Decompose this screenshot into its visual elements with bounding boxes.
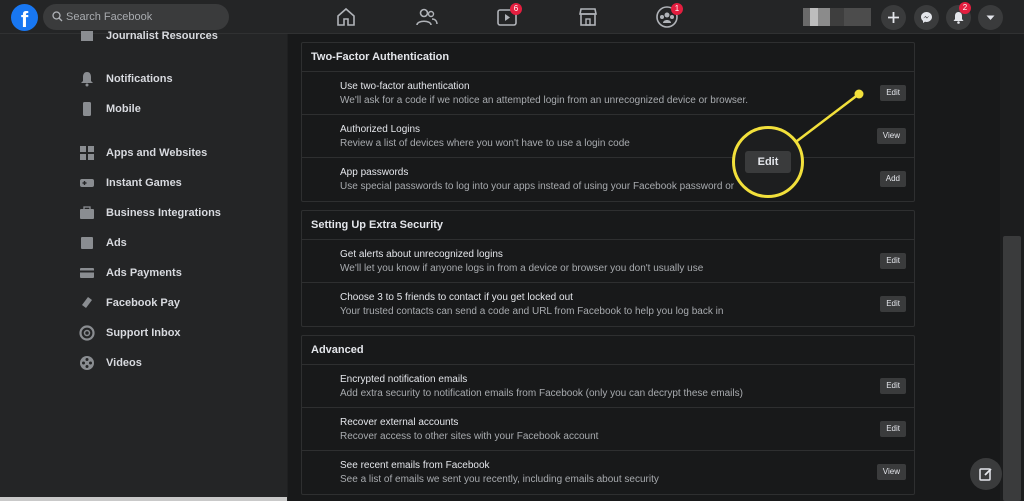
new-message-button[interactable] <box>970 458 1002 490</box>
sidebar-item-label: Ads <box>106 237 127 249</box>
sidebar-item-videos[interactable]: Videos <box>78 352 142 374</box>
caret-down-icon <box>986 15 995 20</box>
plus-icon <box>888 12 899 23</box>
sidebar-item-label: Journalist Resources <box>106 30 218 42</box>
row-description: Use special passwords to log into your a… <box>340 181 735 192</box>
notifications-badge: 2 <box>959 2 971 14</box>
profile-avatar-blurred[interactable] <box>803 8 871 26</box>
bottom-edge-strip <box>0 497 287 501</box>
sidebar-item-notifications[interactable]: Notifications <box>78 68 173 90</box>
sidebar-item-label: Notifications <box>106 73 173 85</box>
security-settings-panel: Two-Factor Authentication Use two-factor… <box>287 34 927 501</box>
sidebar-item-ads[interactable]: Ads <box>78 232 127 254</box>
edit-encrypted-emails-button[interactable]: Edit <box>880 378 906 394</box>
settings-sidebar: Journalist Resources Notifications Mobil… <box>0 30 287 501</box>
list-item: Choose 3 to 5 friends to contact if you … <box>302 283 914 326</box>
list-item: Authorized Logins Review a list of devic… <box>302 115 914 158</box>
compose-icon <box>979 468 992 481</box>
marketplace-icon[interactable] <box>576 5 600 29</box>
add-app-password-button[interactable]: Add <box>879 171 906 187</box>
lifebuoy-icon <box>78 324 96 342</box>
ads-icon <box>78 234 96 252</box>
row-title: Get alerts about unrecognized logins <box>340 249 503 260</box>
row-description: Add extra security to notification email… <box>340 388 743 399</box>
sidebar-item-apps-and-websites[interactable]: Apps and Websites <box>78 142 207 164</box>
list-item: App passwords Use special passwords to l… <box>302 158 914 201</box>
sidebar-item-ads-payments[interactable]: Ads Payments <box>78 262 182 284</box>
callout-edit-button: Edit <box>745 151 791 173</box>
row-title: See recent emails from Facebook <box>340 460 490 471</box>
sidebar-item-label: Instant Games <box>106 177 182 189</box>
sidebar-item-label: Facebook Pay <box>106 297 180 309</box>
account-menu-button[interactable] <box>978 5 1003 30</box>
row-description: We'll ask for a code if we notice an att… <box>340 95 749 106</box>
row-description: We'll let you know if anyone logs in fro… <box>340 263 704 274</box>
row-title: Choose 3 to 5 friends to contact if you … <box>340 292 573 303</box>
sidebar-item-label: Apps and Websites <box>106 147 208 159</box>
two-factor-section: Two-Factor Authentication Use two-factor… <box>301 42 915 202</box>
bell-icon <box>78 70 96 88</box>
sidebar-item-label: Business Integrations <box>106 207 221 219</box>
view-recent-emails-button[interactable]: View <box>876 464 906 480</box>
sidebar-item-label: Mobile <box>106 103 141 115</box>
row-description: Review a list of devices where you won't… <box>340 138 630 149</box>
edit-trusted-contacts-button[interactable]: Edit <box>880 296 906 312</box>
section-title: Advanced <box>302 336 914 365</box>
groups-badge: 1 <box>671 3 683 15</box>
row-title: Recover external accounts <box>340 417 459 428</box>
mobile-icon <box>78 100 96 118</box>
sidebar-item-mobile[interactable]: Mobile <box>78 98 141 120</box>
create-button[interactable] <box>881 5 906 30</box>
list-item: Recover external accounts Recover access… <box>302 408 914 451</box>
newspaper-icon <box>78 27 96 45</box>
row-title: Use two-factor authentication <box>340 81 470 92</box>
list-item: See recent emails from Facebook See a li… <box>302 451 914 494</box>
briefcase-icon <box>78 204 96 222</box>
row-title: Authorized Logins <box>340 124 421 135</box>
sidebar-item-business-integrations[interactable]: Business Integrations <box>78 202 221 224</box>
extra-security-section: Setting Up Extra Security Get alerts abo… <box>301 210 915 327</box>
list-item: Get alerts about unrecognized logins We'… <box>302 240 914 283</box>
view-authorized-logins-button[interactable]: View <box>876 128 906 144</box>
facebook-logo[interactable]: f <box>11 4 38 31</box>
edit-external-accounts-button[interactable]: Edit <box>880 421 906 437</box>
sidebar-item-support-inbox[interactable]: Support Inbox <box>78 322 181 344</box>
row-description: Recover access to other sites with your … <box>340 431 599 442</box>
watch-badge: 6 <box>510 3 522 15</box>
film-icon <box>78 354 96 372</box>
row-description: Your trusted contacts can send a code an… <box>340 306 724 317</box>
row-description: See a list of emails we sent you recentl… <box>340 474 659 485</box>
sidebar-item-facebook-pay[interactable]: Facebook Pay <box>78 292 180 314</box>
search-icon <box>52 11 63 22</box>
row-title: App passwords <box>340 167 409 178</box>
friends-icon[interactable] <box>415 5 439 29</box>
home-icon[interactable] <box>334 5 358 29</box>
section-title: Setting Up Extra Security <box>302 211 914 240</box>
apps-icon <box>78 144 96 162</box>
sidebar-item-label: Videos <box>106 357 142 369</box>
list-item: Use two-factor authentication We'll ask … <box>302 72 914 115</box>
sidebar-item-label: Ads Payments <box>106 267 182 279</box>
messenger-icon <box>921 12 932 23</box>
edit-two-factor-button[interactable]: Edit <box>880 85 906 101</box>
sidebar-item-instant-games[interactable]: Instant Games <box>78 172 182 194</box>
credit-card-icon <box>78 264 96 282</box>
scrollbar-thumb[interactable] <box>1003 236 1021 501</box>
callout-magnifier: Edit <box>732 126 804 198</box>
edit-login-alerts-button[interactable]: Edit <box>880 253 906 269</box>
messenger-button[interactable] <box>914 5 939 30</box>
list-item: Encrypted notification emails Add extra … <box>302 365 914 408</box>
row-title: Encrypted notification emails <box>340 374 468 385</box>
gamepad-icon <box>78 174 96 192</box>
advanced-section: Advanced Encrypted notification emails A… <box>301 335 915 495</box>
sidebar-item-label: Support Inbox <box>106 327 181 339</box>
section-title: Two-Factor Authentication <box>302 43 914 72</box>
pay-icon <box>78 294 96 312</box>
sidebar-item-journalist-resources[interactable]: Journalist Resources <box>78 25 218 47</box>
